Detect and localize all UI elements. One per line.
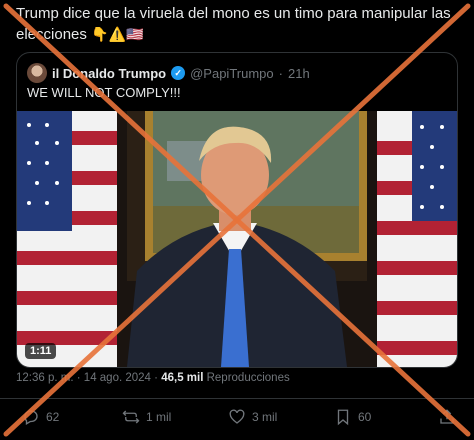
post-timestamp[interactable]: 12:36 p. m. [16,372,74,384]
warning-emoji: ⚠️ [108,26,126,42]
post-meta: 12:36 p. m. · 14 ago. 2024 · 46,5 mil Re… [16,372,290,384]
repost-count: 1 mil [146,410,172,424]
separator: · [76,372,81,384]
reply-button[interactable]: 62 [22,408,59,426]
reply-count: 62 [46,410,60,424]
bookmark-count: 60 [358,410,372,424]
us-flag-emoji: 🇺🇸 [125,26,144,42]
bookmark-icon [337,409,349,426]
post-time[interactable]: 21h [288,66,310,81]
repost-icon [122,410,140,424]
repost-button[interactable]: 1 mil [122,408,171,426]
verified-badge-icon: ✓ [171,66,186,80]
video-frame [17,111,457,367]
post-text: Trump dice que la viruela del mono es un… [16,4,456,45]
post-body: Trump dice que la viruela del mono es un… [16,5,451,43]
video-duration: 1:11 [25,343,57,359]
like-count: 3 mil [252,410,278,424]
post-date[interactable]: 14 ago. 2024 [84,372,151,384]
quoted-post-header: il Donaldo Trumpo ✓ @PapiTrumpo · 21h [27,63,310,83]
quoted-post-text: WE WILL NOT COMPLY!!! [27,85,181,100]
separator: · [278,65,283,81]
video-player[interactable]: 1:11 [17,111,457,367]
heart-icon [229,409,245,424]
divider [0,398,474,399]
quoted-post[interactable]: il Donaldo Trumpo ✓ @PapiTrumpo · 21h WE… [16,52,458,368]
author-name[interactable]: il Donaldo Trumpo [52,66,166,81]
us-flag-right [377,111,457,367]
like-button[interactable]: 3 mil [228,408,277,426]
separator: · [154,372,158,384]
views-count: 46,5 mil [161,372,204,384]
author-handle[interactable]: @PapiTrumpo [190,66,274,81]
reply-icon [24,410,38,425]
pointing-down-emoji: 👇 [91,26,109,42]
views-label: Reproducciones [206,372,290,384]
share-button[interactable] [438,408,456,426]
us-flag-left [17,111,117,367]
share-icon [440,409,454,424]
bookmark-button[interactable]: 60 [334,408,371,426]
action-bar: 62 1 mil 3 mil 60 [0,408,474,432]
avatar[interactable] [27,63,47,83]
